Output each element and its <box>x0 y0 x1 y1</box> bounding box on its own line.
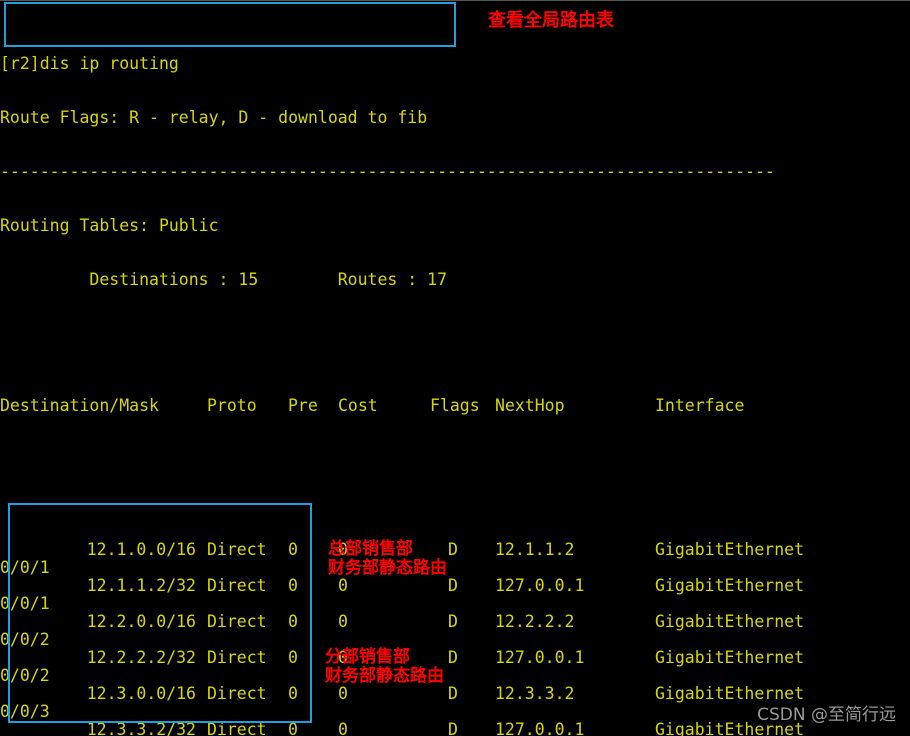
route-nexthop: 12.2.2.2 <box>495 612 575 631</box>
column-header-nexthop: NextHop <box>495 396 565 415</box>
route-interface-continuation: 0/0/2 <box>0 630 50 649</box>
route-cost: 0 <box>338 612 348 631</box>
table-row: 12.2.0.0/16 Direct 0 0 D 12.2.2.2 GigabitEther… <box>0 613 910 649</box>
route-destination: 12.3.0.0/16 <box>86 684 196 703</box>
column-header-destination: Destination/Mask <box>0 396 159 415</box>
column-header-cost: Cost <box>338 396 378 415</box>
route-interface: GigabitEthernet <box>655 576 805 595</box>
route-destination: 12.1.1.2/32 <box>86 576 196 595</box>
route-destination: 12.2.0.0/16 <box>86 612 196 631</box>
column-header-flags: Flags <box>430 396 480 415</box>
route-interface: GigabitEthernet <box>655 612 805 631</box>
route-proto: Direct <box>207 576 267 595</box>
annotation-view-routing-table: 查看全局路由表 <box>488 10 614 31</box>
route-proto: Direct <box>207 720 267 736</box>
route-pre: 0 <box>288 648 298 667</box>
route-proto: Direct <box>207 612 267 631</box>
route-interface: GigabitEthernet <box>655 540 805 559</box>
table-row: 12.1.0.0/16 Direct 0 0 D 12.1.1.2 GigabitEther… <box>0 541 910 577</box>
route-pre: 0 <box>288 612 298 631</box>
routing-tables-line: Routing Tables: Public <box>0 216 219 235</box>
route-pre: 0 <box>288 540 298 559</box>
terminal-window: [r2]dis ip routing Route Flags: R - rela… <box>0 0 910 736</box>
route-proto: Direct <box>207 684 267 703</box>
command-prompt-line: [r2]dis ip routing <box>0 54 179 73</box>
route-cost: 0 <box>338 720 348 736</box>
route-interface-continuation: 0/0/1 <box>0 558 50 577</box>
route-interface: GigabitEthernet <box>655 648 805 667</box>
column-header-proto: Proto <box>207 396 257 415</box>
separator-line-top: ----------------------------------------… <box>0 162 775 181</box>
table-header-row: Destination/Mask Proto Pre Cost Flags Ne… <box>0 397 910 415</box>
route-destination: 12.1.0.0/16 <box>86 540 196 559</box>
route-destination: 12.3.3.2/32 <box>86 720 196 736</box>
annotation-branch-static-routes: 分部销售部 财务部静态路由 <box>325 647 444 686</box>
route-flags: D <box>448 720 458 736</box>
route-pre: 0 <box>288 684 298 703</box>
route-nexthop: 12.3.3.2 <box>495 684 575 703</box>
route-nexthop: 12.1.1.2 <box>495 540 575 559</box>
route-nexthop: 127.0.0.1 <box>495 576 585 595</box>
counts-line: Destinations : 15 Routes : 17 <box>0 270 448 289</box>
route-flags: D <box>448 612 458 631</box>
route-cost: 0 <box>338 576 348 595</box>
route-flags: D <box>448 540 458 559</box>
route-pre: 0 <box>288 720 298 736</box>
route-destination: 12.2.2.2/32 <box>86 648 196 667</box>
route-proto: Direct <box>207 540 267 559</box>
route-interface-continuation: 0/0/3 <box>0 702 50 721</box>
route-proto: Direct <box>207 648 267 667</box>
route-pre: 0 <box>288 576 298 595</box>
route-interface-continuation: 0/0/1 <box>0 594 50 613</box>
route-nexthop: 127.0.0.1 <box>495 720 585 736</box>
route-flags: D <box>448 684 458 703</box>
route-flags-line: Route Flags: R - relay, D - download to … <box>0 108 428 127</box>
route-cost: 0 <box>338 684 348 703</box>
route-interface-continuation: 0/0/2 <box>0 666 50 685</box>
table-row: 12.2.2.2/32 Direct 0 0 D 127.0.0.1 GigabitEthe… <box>0 649 910 685</box>
table-row: 12.1.1.2/32 Direct 0 0 D 127.0.0.1 GigabitEthe… <box>0 577 910 613</box>
route-flags: D <box>448 648 458 667</box>
route-nexthop: 127.0.0.1 <box>495 648 585 667</box>
column-header-interface: Interface <box>655 396 745 415</box>
route-flags: D <box>448 576 458 595</box>
annotation-headquarters-static-routes: 总部销售部 财务部静态路由 <box>328 539 447 578</box>
csdn-watermark: CSDN @至简行远 <box>757 705 896 725</box>
column-header-pre: Pre <box>288 396 318 415</box>
terminal-output: [r2]dis ip routing Route Flags: R - rela… <box>0 1 910 736</box>
